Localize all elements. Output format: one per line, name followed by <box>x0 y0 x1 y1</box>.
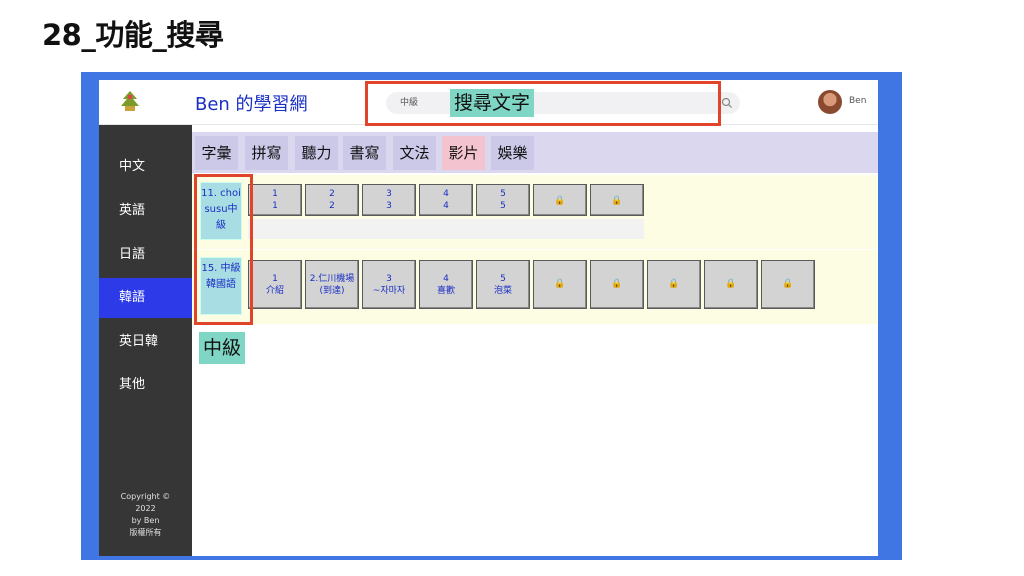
locked-card[interactable]: 🔒 <box>761 260 815 309</box>
tab-grammar[interactable]: 文法 <box>393 136 436 170</box>
sidebar-item-eng-jpn-kor[interactable]: 英日韓 <box>99 322 192 362</box>
level-annotation: 中級 <box>199 332 246 364</box>
lock-icon: 🔒 <box>668 279 680 289</box>
label-highlight-box <box>194 174 253 325</box>
avatar[interactable] <box>818 90 842 114</box>
lesson-card[interactable]: 2.仁川機場 (到達) <box>305 260 359 309</box>
sidebar-item-english[interactable]: 英語 <box>99 191 192 231</box>
slide-title: 28_功能_搜尋 <box>42 18 224 52</box>
lesson-card[interactable]: 1 介紹 <box>248 260 302 309</box>
lesson-card[interactable]: 22 <box>305 184 359 216</box>
tab-entertainment[interactable]: 娛樂 <box>491 136 534 170</box>
locked-card[interactable]: 🔒 <box>590 260 644 309</box>
lesson-card[interactable]: 3 ~자마자 <box>362 260 416 309</box>
lesson-card[interactable]: 4 喜歡 <box>419 260 473 309</box>
locked-card[interactable]: 🔒 <box>533 260 587 309</box>
app-title[interactable]: Ben 的學習網 <box>195 90 308 116</box>
locked-card[interactable]: 🔒 <box>647 260 701 309</box>
sidebar-item-japanese[interactable]: 日語 <box>99 235 192 275</box>
tab-listening[interactable]: 聽力 <box>295 136 338 170</box>
lesson-card[interactable]: 5 泡菜 <box>476 260 530 309</box>
locked-card[interactable]: 🔒 <box>590 184 644 216</box>
lock-icon: 🔒 <box>554 279 566 289</box>
tree-logo-icon[interactable] <box>117 89 143 115</box>
tabs-bar: 字彙 拼寫 聽力 書寫 文法 影片 娛樂 <box>192 132 878 173</box>
row-1-underbar <box>248 219 644 239</box>
locked-card[interactable]: 🔒 <box>533 184 587 216</box>
lesson-card[interactable]: 11 <box>248 184 302 216</box>
lock-icon: 🔒 <box>554 196 566 206</box>
sidebar-item-other[interactable]: 其他 <box>99 365 192 405</box>
sidebar: 中文 英語 日語 韓語 英日韓 其他 Copyright © 2022 by B… <box>99 125 192 556</box>
lock-icon: 🔒 <box>611 196 623 206</box>
locked-card[interactable]: 🔒 <box>704 260 758 309</box>
tab-spelling[interactable]: 拼寫 <box>245 136 288 170</box>
lock-icon: 🔒 <box>611 279 623 289</box>
lesson-card[interactable]: 33 <box>362 184 416 216</box>
sidebar-item-korean[interactable]: 韓語 <box>99 278 192 318</box>
search-icon[interactable] <box>720 96 734 110</box>
sidebar-item-chinese[interactable]: 中文 <box>99 147 192 187</box>
user-name[interactable]: Ben <box>849 96 866 106</box>
copyright: Copyright © 2022 by Ben 版權所有 <box>120 492 171 537</box>
course-row-1: 11. choisusu中級 11 22 33 44 55 🔒 🔒 <box>192 175 878 249</box>
search-highlight-box <box>365 81 721 126</box>
lesson-card[interactable]: 55 <box>476 184 530 216</box>
lesson-card[interactable]: 44 <box>419 184 473 216</box>
lock-icon: 🔒 <box>725 279 737 289</box>
search-annotation: 搜尋文字 <box>450 89 535 117</box>
tab-writing[interactable]: 書寫 <box>343 136 386 170</box>
course-row-2: 15. 中級韓國語 1 介紹 2.仁川機場 (到達) 3 ~자마자 4 喜歡 5 泡菜 🔒… <box>192 250 878 324</box>
tab-video[interactable]: 影片 <box>442 136 485 170</box>
tab-vocabulary[interactable]: 字彙 <box>195 136 238 170</box>
lock-icon: 🔒 <box>782 279 794 289</box>
